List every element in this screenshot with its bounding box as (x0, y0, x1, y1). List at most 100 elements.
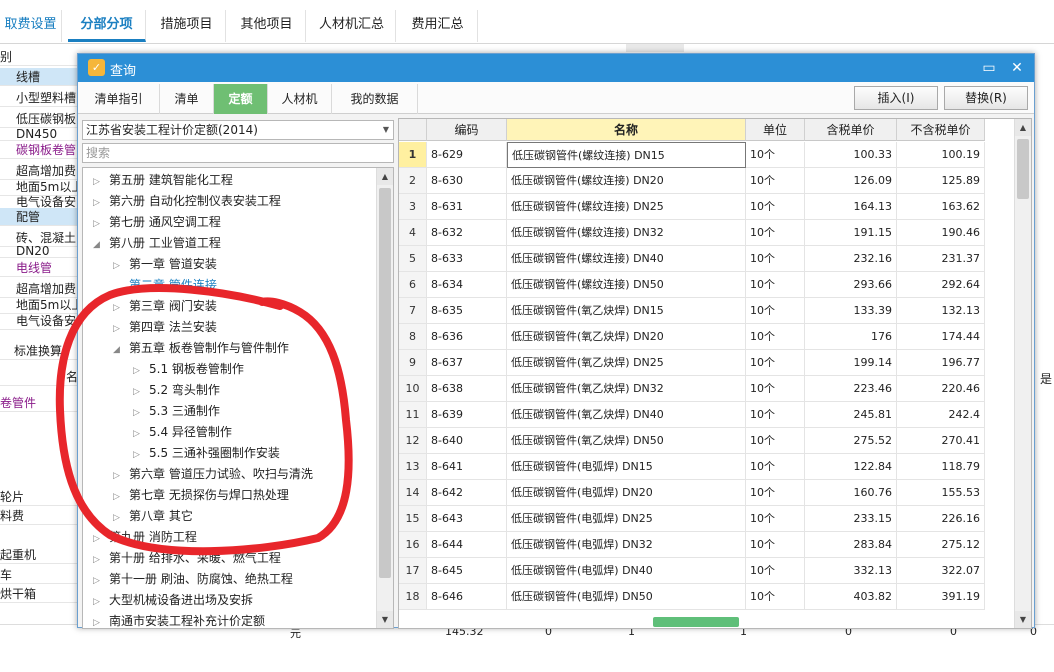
unit-cell[interactable]: 10个 (746, 194, 805, 220)
unit-cell[interactable]: 10个 (746, 168, 805, 194)
name-cell[interactable]: 低压碳钢管件(电弧焊) DN32 (507, 532, 746, 558)
collapsed-arrow-icon[interactable]: ▷ (93, 550, 109, 571)
tree-node[interactable]: ▷ 第八章 其它 (113, 506, 193, 527)
tree-node[interactable]: ◢ 第八册 工业管道工程 (93, 233, 221, 254)
tree-node[interactable]: 第二章 管件连接 (113, 275, 217, 296)
unit-cell[interactable]: 10个 (746, 324, 805, 350)
row-index-cell[interactable]: 6 (399, 272, 427, 298)
name-cell[interactable]: 低压碳钢管件(螺纹连接) DN50 (507, 272, 746, 298)
row-index-cell[interactable]: 11 (399, 402, 427, 428)
unit-cell[interactable]: 10个 (746, 376, 805, 402)
code-cell[interactable]: 8-636 (427, 324, 507, 350)
name-cell[interactable]: 低压碳钢管件(氧乙炔焊) DN15 (507, 298, 746, 324)
price-notax-cell[interactable]: 118.79 (897, 454, 985, 480)
name-cell[interactable]: 低压碳钢管件(电弧焊) DN25 (507, 506, 746, 532)
collapsed-arrow-icon[interactable]: ▷ (113, 487, 129, 508)
tree-node[interactable]: ▷ 第七册 通风空调工程 (93, 212, 221, 233)
header-price-tax[interactable]: 含税单价 (805, 119, 897, 141)
name-cell[interactable]: 低压碳钢管件(氧乙炔焊) DN50 (507, 428, 746, 454)
price-notax-cell[interactable]: 391.19 (897, 584, 985, 610)
tab-list[interactable]: 清单 (160, 84, 214, 114)
collapsed-arrow-icon[interactable]: ▷ (113, 298, 129, 319)
code-cell[interactable]: 8-633 (427, 246, 507, 272)
scroll-up-icon[interactable]: ▲ (377, 168, 393, 185)
insert-button[interactable]: 插入(I) (854, 86, 938, 110)
price-tax-cell[interactable]: 176 (805, 324, 897, 350)
tree-node[interactable]: ▷ 第十一册 刷油、防腐蚀、绝热工程 (93, 569, 293, 590)
row-index-cell[interactable]: 4 (399, 220, 427, 246)
close-icon[interactable]: ✕ (1006, 58, 1028, 78)
tree-node[interactable]: ▷ 第一章 管道安装 (113, 254, 217, 275)
scroll-up-icon[interactable]: ▲ (1015, 119, 1031, 136)
price-tax-cell[interactable]: 293.66 (805, 272, 897, 298)
row-index-cell[interactable]: 2 (399, 168, 427, 194)
unit-cell[interactable]: 10个 (746, 272, 805, 298)
app-tab[interactable]: 其他项目 (228, 10, 306, 42)
expanded-arrow-icon[interactable]: ◢ (113, 340, 129, 361)
collapsed-arrow-icon[interactable]: ▷ (93, 193, 109, 214)
code-cell[interactable]: 8-640 (427, 428, 507, 454)
price-tax-cell[interactable]: 275.52 (805, 428, 897, 454)
name-cell[interactable]: 低压碳钢管件(螺纹连接) DN32 (507, 220, 746, 246)
price-notax-cell[interactable]: 292.64 (897, 272, 985, 298)
name-cell[interactable]: 低压碳钢管件(电弧焊) DN15 (507, 454, 746, 480)
tree-node[interactable]: ▷ 大型机械设备进出场及安拆 (93, 590, 253, 611)
code-cell[interactable]: 8-637 (427, 350, 507, 376)
collapsed-arrow-icon[interactable]: ▷ (93, 172, 109, 193)
header-index[interactable] (399, 119, 427, 141)
maximize-icon[interactable]: ▭ (978, 58, 1000, 78)
collapsed-arrow-icon[interactable]: ▷ (93, 571, 109, 592)
name-cell[interactable]: 低压碳钢管件(电弧焊) DN40 (507, 558, 746, 584)
app-tab[interactable]: 人材机汇总 (308, 10, 396, 42)
app-tab[interactable]: 取费设置 (0, 10, 62, 42)
price-notax-cell[interactable]: 196.77 (897, 350, 985, 376)
tree-node[interactable]: ▷ 第六册 自动化控制仪表安装工程 (93, 191, 281, 212)
header-price-notax[interactable]: 不含税单价 (897, 119, 985, 141)
tree-node[interactable]: ▷ 第五册 建筑智能化工程 (93, 170, 233, 191)
collapsed-arrow-icon[interactable]: ▷ (113, 256, 129, 277)
row-index-cell[interactable]: 14 (399, 480, 427, 506)
tab-list-guide[interactable]: 清单指引 (78, 84, 160, 114)
code-cell[interactable]: 8-642 (427, 480, 507, 506)
collapsed-arrow-icon[interactable]: ▷ (93, 613, 109, 628)
price-tax-cell[interactable]: 199.14 (805, 350, 897, 376)
row-index-cell[interactable]: 5 (399, 246, 427, 272)
price-tax-cell[interactable]: 133.39 (805, 298, 897, 324)
tree-node[interactable]: ▷ 第九册 消防工程 (93, 527, 197, 548)
code-cell[interactable]: 8-630 (427, 168, 507, 194)
unit-cell[interactable]: 10个 (746, 480, 805, 506)
code-cell[interactable]: 8-646 (427, 584, 507, 610)
price-tax-cell[interactable]: 223.46 (805, 376, 897, 402)
code-cell[interactable]: 8-631 (427, 194, 507, 220)
collapsed-arrow-icon[interactable]: ▷ (133, 361, 149, 382)
row-index-cell[interactable]: 8 (399, 324, 427, 350)
tab-labor-material[interactable]: 人材机 (268, 84, 332, 114)
scroll-thumb[interactable] (379, 188, 391, 578)
price-notax-cell[interactable]: 163.62 (897, 194, 985, 220)
price-tax-cell[interactable]: 332.13 (805, 558, 897, 584)
row-index-cell[interactable]: 18 (399, 584, 427, 610)
price-tax-cell[interactable]: 100.33 (805, 142, 897, 168)
price-notax-cell[interactable]: 220.46 (897, 376, 985, 402)
name-cell[interactable]: 低压碳钢管件(氧乙炔焊) DN20 (507, 324, 746, 350)
row-index-cell[interactable]: 10 (399, 376, 427, 402)
tree-node[interactable]: ▷ 第六章 管道压力试验、吹扫与清洗 (113, 464, 313, 485)
price-notax-cell[interactable]: 100.19 (897, 142, 985, 168)
price-notax-cell[interactable]: 270.41 (897, 428, 985, 454)
unit-cell[interactable]: 10个 (746, 246, 805, 272)
name-cell[interactable]: 低压碳钢管件(螺纹连接) DN40 (507, 246, 746, 272)
price-tax-cell[interactable]: 403.82 (805, 584, 897, 610)
collapsed-arrow-icon[interactable]: ▷ (113, 508, 129, 529)
tree-node[interactable]: ▷ 5.2 弯头制作 (133, 380, 220, 401)
collapsed-arrow-icon[interactable]: ▷ (93, 214, 109, 235)
price-notax-cell[interactable]: 174.44 (897, 324, 985, 350)
code-cell[interactable]: 8-634 (427, 272, 507, 298)
price-notax-cell[interactable]: 226.16 (897, 506, 985, 532)
price-tax-cell[interactable]: 122.84 (805, 454, 897, 480)
collapsed-arrow-icon[interactable]: ▷ (93, 592, 109, 613)
price-tax-cell[interactable]: 283.84 (805, 532, 897, 558)
app-tab[interactable]: 分部分项 (68, 10, 146, 42)
tree-node[interactable]: ▷ 南通市安装工程补充计价定额 (93, 611, 265, 628)
price-tax-cell[interactable]: 126.09 (805, 168, 897, 194)
collapsed-arrow-icon[interactable]: ▷ (133, 403, 149, 424)
